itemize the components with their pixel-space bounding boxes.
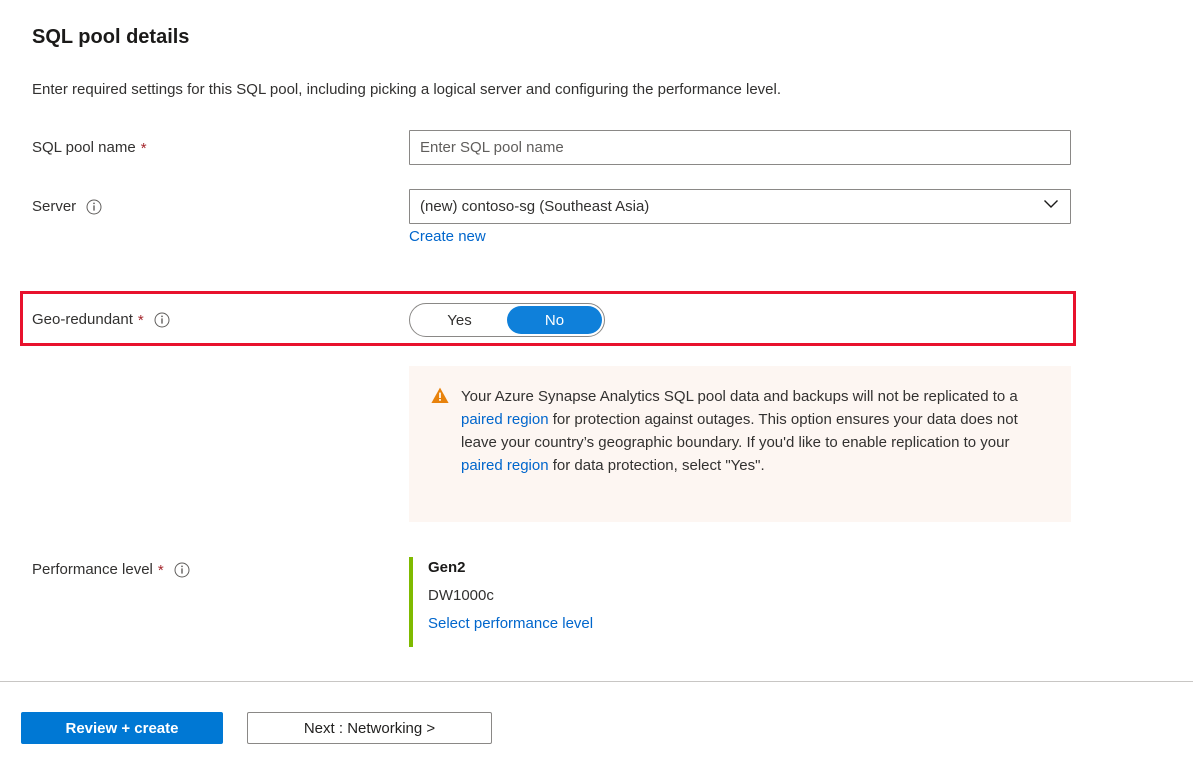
sql-pool-details-page: SQL pool details Enter required settings… xyxy=(0,0,1193,760)
select-performance-level-link[interactable]: Select performance level xyxy=(428,613,593,635)
performance-level-card: Gen2 DW1000c Select performance level xyxy=(409,557,593,647)
performance-level-label: Performance level * xyxy=(32,561,190,578)
paired-region-link-1[interactable]: paired region xyxy=(461,411,549,428)
sql-pool-name-label-text: SQL pool name xyxy=(32,139,136,156)
server-label-text: Server xyxy=(32,198,76,215)
server-label: Server xyxy=(32,198,102,215)
sql-pool-name-label: SQL pool name * xyxy=(32,139,147,156)
page-title: SQL pool details xyxy=(32,26,189,49)
warning-text-part-1: Your Azure Synapse Analytics SQL pool da… xyxy=(461,388,1018,405)
next-networking-button[interactable]: Next : Networking > xyxy=(247,712,492,744)
geo-redundant-option-yes[interactable]: Yes xyxy=(412,306,507,334)
server-dropdown-value: (new) contoso-sg (Southeast Asia) xyxy=(420,198,1042,215)
warning-triangle-icon xyxy=(431,385,449,522)
required-asterisk: * xyxy=(141,141,147,156)
warning-text-part-3: for data protection, select "Yes". xyxy=(549,457,765,474)
geo-redundant-toggle[interactable]: Yes No xyxy=(409,303,605,337)
performance-sku: DW1000c xyxy=(428,585,593,607)
page-description: Enter required settings for this SQL poo… xyxy=(32,81,781,98)
create-new-server-link[interactable]: Create new xyxy=(409,228,486,245)
info-icon[interactable] xyxy=(174,562,190,578)
warning-message: Your Azure Synapse Analytics SQL pool da… xyxy=(461,385,1051,522)
geo-redundant-option-no[interactable]: No xyxy=(507,306,602,334)
info-icon[interactable] xyxy=(86,199,102,215)
review-create-button[interactable]: Review + create xyxy=(21,712,223,744)
geo-redundant-label-text: Geo-redundant xyxy=(32,311,133,328)
performance-tier: Gen2 xyxy=(428,557,593,579)
geo-redundancy-warning-panel: Your Azure Synapse Analytics SQL pool da… xyxy=(409,366,1071,522)
paired-region-link-2[interactable]: paired region xyxy=(461,457,549,474)
required-asterisk: * xyxy=(158,563,164,578)
performance-level-label-text: Performance level xyxy=(32,561,153,578)
required-asterisk: * xyxy=(138,313,144,328)
sql-pool-name-input[interactable] xyxy=(409,130,1071,165)
footer-divider xyxy=(0,681,1193,682)
info-icon[interactable] xyxy=(154,312,170,328)
geo-redundant-label: Geo-redundant * xyxy=(32,311,170,328)
server-dropdown[interactable]: (new) contoso-sg (Southeast Asia) xyxy=(409,189,1071,224)
chevron-down-icon xyxy=(1042,195,1060,218)
